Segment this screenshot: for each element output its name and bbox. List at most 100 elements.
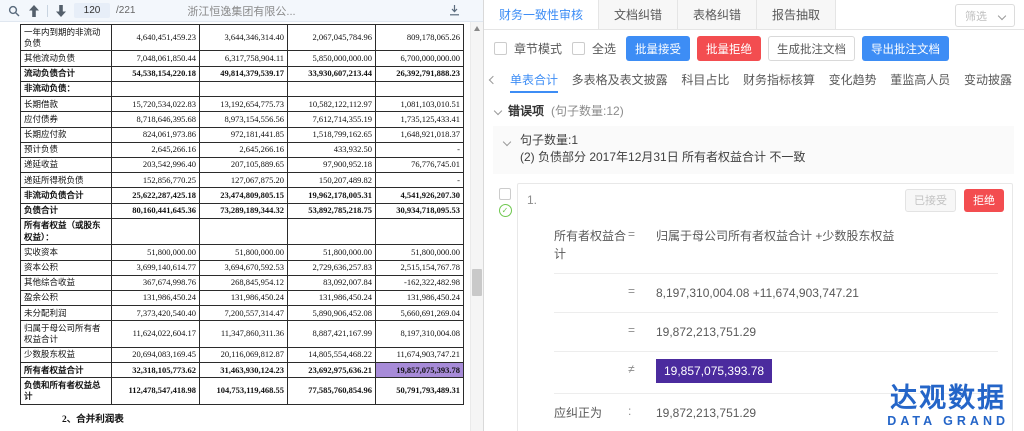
subtab-6[interactable]: 变动披露 bbox=[964, 66, 1012, 93]
audit-panel: 财务一致性审核文档纠错表格纠错报告抽取 筛选 章节模式 全选 批量接受 批量拒绝… bbox=[484, 0, 1024, 431]
row-label: 应付债券 bbox=[21, 112, 112, 127]
value-cell: 131,986,450.24 bbox=[288, 290, 376, 305]
generate-annotated-doc-button[interactable]: 生成批注文档 bbox=[768, 36, 855, 61]
value-cell: - bbox=[376, 173, 464, 188]
tab-finance-consistency[interactable]: 财务一致性审核 bbox=[484, 0, 599, 29]
row-label: 流动负债合计 bbox=[21, 66, 112, 81]
value-cell: 4,640,451,459.23 bbox=[112, 25, 200, 51]
chevron-down-icon bbox=[998, 11, 1006, 19]
value-cell: 15,720,534,022.83 bbox=[112, 97, 200, 112]
value-cell: 54,538,154,220.18 bbox=[112, 66, 200, 81]
select-all-checkbox[interactable] bbox=[572, 42, 585, 55]
filter-label: 筛选 bbox=[965, 8, 987, 24]
value-cell: 127,067,875.20 bbox=[200, 173, 288, 188]
value-cell: 14,805,554,468.22 bbox=[288, 347, 376, 362]
row-label: 负债合计 bbox=[21, 203, 112, 218]
tab-report-extraction[interactable]: 报告抽取 bbox=[757, 0, 836, 29]
next-page-arrow-down-icon[interactable] bbox=[54, 4, 68, 18]
equation-value: 19,872,213,751.29 bbox=[656, 323, 998, 341]
download-icon[interactable] bbox=[447, 4, 461, 18]
tab-table-correction[interactable]: 表格纠错 bbox=[678, 0, 757, 29]
value-cell bbox=[200, 218, 288, 244]
value-cell: 8,718,646,395.68 bbox=[112, 112, 200, 127]
value-cell: 7,373,420,540.40 bbox=[112, 306, 200, 321]
value-cell bbox=[112, 218, 200, 244]
value-cell bbox=[376, 218, 464, 244]
value-cell: 433,932.50 bbox=[288, 142, 376, 157]
value-cell: 33,930,607,213.44 bbox=[288, 66, 376, 81]
value-cell: 49,814,379,539.17 bbox=[200, 66, 288, 81]
subtab-4[interactable]: 变化趋势 bbox=[829, 66, 877, 93]
table-row: 预计负债2,645,266.162,645,266.16433,932.50- bbox=[21, 142, 464, 157]
scrollbar-thumb[interactable] bbox=[472, 269, 482, 296]
batch-reject-button[interactable]: 批量拒绝 bbox=[697, 36, 761, 61]
table-row: 递延收益203,542,996.40207,105,889.6597,900,9… bbox=[21, 157, 464, 172]
zoom-search-icon[interactable] bbox=[7, 4, 21, 18]
value-cell: 5,890,906,452.08 bbox=[288, 306, 376, 321]
row-label: 盈余公积 bbox=[21, 290, 112, 305]
highlighted-cell[interactable]: 19,857,075,393.78 bbox=[376, 363, 464, 378]
group-title: (2) 负债部分 2017年12月31日 所有者权益合计 不一致 bbox=[520, 149, 1006, 166]
page-total-label: /221 bbox=[116, 5, 135, 16]
document-title: 浙江恒逸集团有限公... bbox=[187, 3, 295, 19]
value-cell: 367,674,998.76 bbox=[112, 275, 200, 290]
equation-detail: 所有者权益合计=归属于母公司所有者权益合计 +少数股东权益=8,197,310,… bbox=[518, 217, 1012, 431]
subtabs-scroll-left-icon[interactable] bbox=[489, 75, 497, 83]
table-row: 负债合计80,160,441,645.3673,289,189,344.3253… bbox=[21, 203, 464, 218]
error-item-header: 1. 已接受 拒绝 bbox=[518, 184, 1012, 217]
subtab-2[interactable]: 科目占比 bbox=[681, 66, 729, 93]
correction-row: 应纠正为 : 19,872,213,751.29 bbox=[554, 394, 998, 431]
tab-doc-correction[interactable]: 文档纠错 bbox=[599, 0, 678, 29]
value-cell: 83,092,007.84 bbox=[288, 275, 376, 290]
row-label: 预计负债 bbox=[21, 142, 112, 157]
table-row: 一年内到期的非流动负债4,640,451,459.233,644,346,314… bbox=[21, 25, 464, 51]
prev-page-arrow-up-icon[interactable] bbox=[27, 4, 41, 18]
value-cell: 51,800,000.00 bbox=[200, 245, 288, 260]
value-cell: 32,318,105,773.62 bbox=[112, 363, 200, 378]
value-cell: 152,856,770.25 bbox=[112, 173, 200, 188]
subtab-0[interactable]: 单表合计 bbox=[510, 66, 558, 93]
equation-row: =19,872,213,751.29 bbox=[554, 313, 998, 352]
document-page: 一年内到期的非流动负债4,640,451,459.233,644,346,314… bbox=[0, 22, 483, 431]
subtab-1[interactable]: 多表格及表文披露 bbox=[572, 66, 668, 93]
value-cell: 51,800,000.00 bbox=[288, 245, 376, 260]
sub-tabbar: 单表合计多表格及表文披露科目占比财务指标核算变化趋势董监高人员变动披露 bbox=[484, 66, 1024, 93]
value-cell: 7,200,557,314.47 bbox=[200, 306, 288, 321]
error-group-expanded[interactable]: 句子数量:1 (2) 负债部分 2017年12月31日 所有者权益合计 不一致 bbox=[493, 126, 1014, 174]
value-cell: 11,674,903,747.21 bbox=[376, 347, 464, 362]
error-section-header[interactable]: 错误项 (句子数量:12) bbox=[493, 98, 1014, 124]
chapter-mode-checkbox[interactable] bbox=[494, 42, 507, 55]
value-cell: 150,207,489.82 bbox=[288, 173, 376, 188]
value-cell: 25,622,287,425.18 bbox=[112, 188, 200, 203]
document-scrollbar[interactable] bbox=[470, 22, 483, 431]
next-section-heading: 2、合并利润表 bbox=[62, 411, 483, 425]
value-cell: 2,067,045,784.96 bbox=[288, 25, 376, 51]
reject-button[interactable]: 拒绝 bbox=[964, 189, 1004, 212]
subtab-5[interactable]: 董监高人员 bbox=[890, 66, 950, 93]
page-number-input[interactable] bbox=[74, 3, 110, 18]
equation-label: 所有者权益合计 bbox=[554, 227, 628, 263]
value-cell bbox=[288, 81, 376, 96]
value-cell: 268,845,954.12 bbox=[200, 275, 288, 290]
batch-accept-button[interactable]: 批量接受 bbox=[626, 36, 690, 61]
value-cell: 31,463,930,124.23 bbox=[200, 363, 288, 378]
scrollbar-up-icon[interactable] bbox=[471, 22, 483, 35]
correction-label: 应纠正为 bbox=[554, 404, 628, 422]
main-tabbar: 财务一致性审核文档纠错表格纠错报告抽取 筛选 bbox=[484, 0, 1024, 30]
value-cell: 51,800,000.00 bbox=[112, 245, 200, 260]
accepted-button[interactable]: 已接受 bbox=[905, 189, 956, 212]
row-label: 实收资本 bbox=[21, 245, 112, 260]
equation-value: 归属于母公司所有者权益合计 +少数股东权益 bbox=[656, 227, 998, 245]
value-cell bbox=[200, 81, 288, 96]
error-item-index: 1. bbox=[527, 193, 537, 207]
error-item-checkbox[interactable] bbox=[499, 188, 511, 200]
export-annotated-doc-button[interactable]: 导出批注文档 bbox=[862, 36, 949, 61]
document-viewer: /221 浙江恒逸集团有限公... 一年内到期的非流动负债4,640,451,4… bbox=[0, 0, 484, 431]
table-row: 所有者权益（或股东权益）： bbox=[21, 218, 464, 244]
error-section-title: 错误项 bbox=[508, 102, 544, 119]
row-label: 其他流动负债 bbox=[21, 51, 112, 66]
value-cell: 7,048,061,850.44 bbox=[112, 51, 200, 66]
subtab-3[interactable]: 财务指标核算 bbox=[743, 66, 815, 93]
value-cell: 97,900,952.18 bbox=[288, 157, 376, 172]
filter-dropdown[interactable]: 筛选 bbox=[955, 4, 1015, 27]
